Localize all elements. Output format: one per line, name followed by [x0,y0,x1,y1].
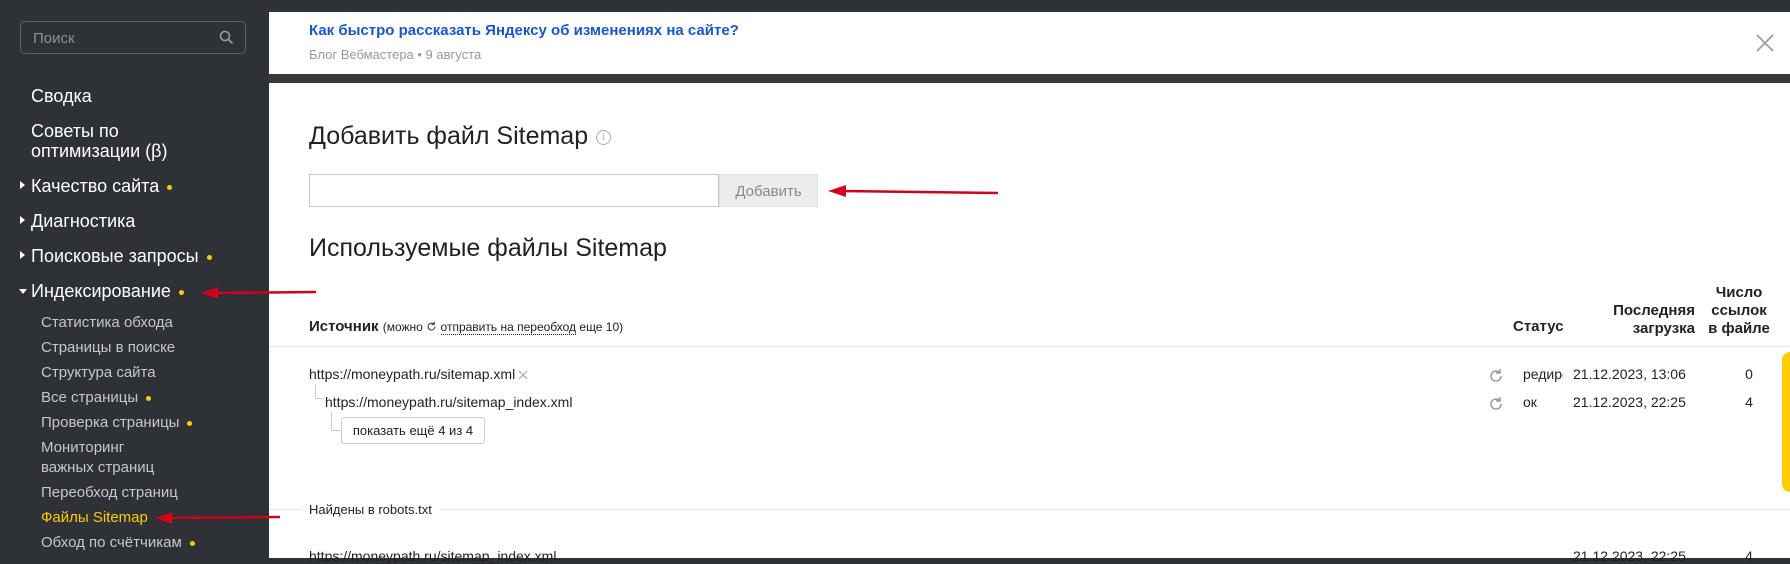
annotation-arrow-input [828,185,999,197]
annotation-arrow-sitemap [155,512,281,524]
annotation-arrow-indexing [201,287,317,299]
annotation-overlay [155,185,999,524]
